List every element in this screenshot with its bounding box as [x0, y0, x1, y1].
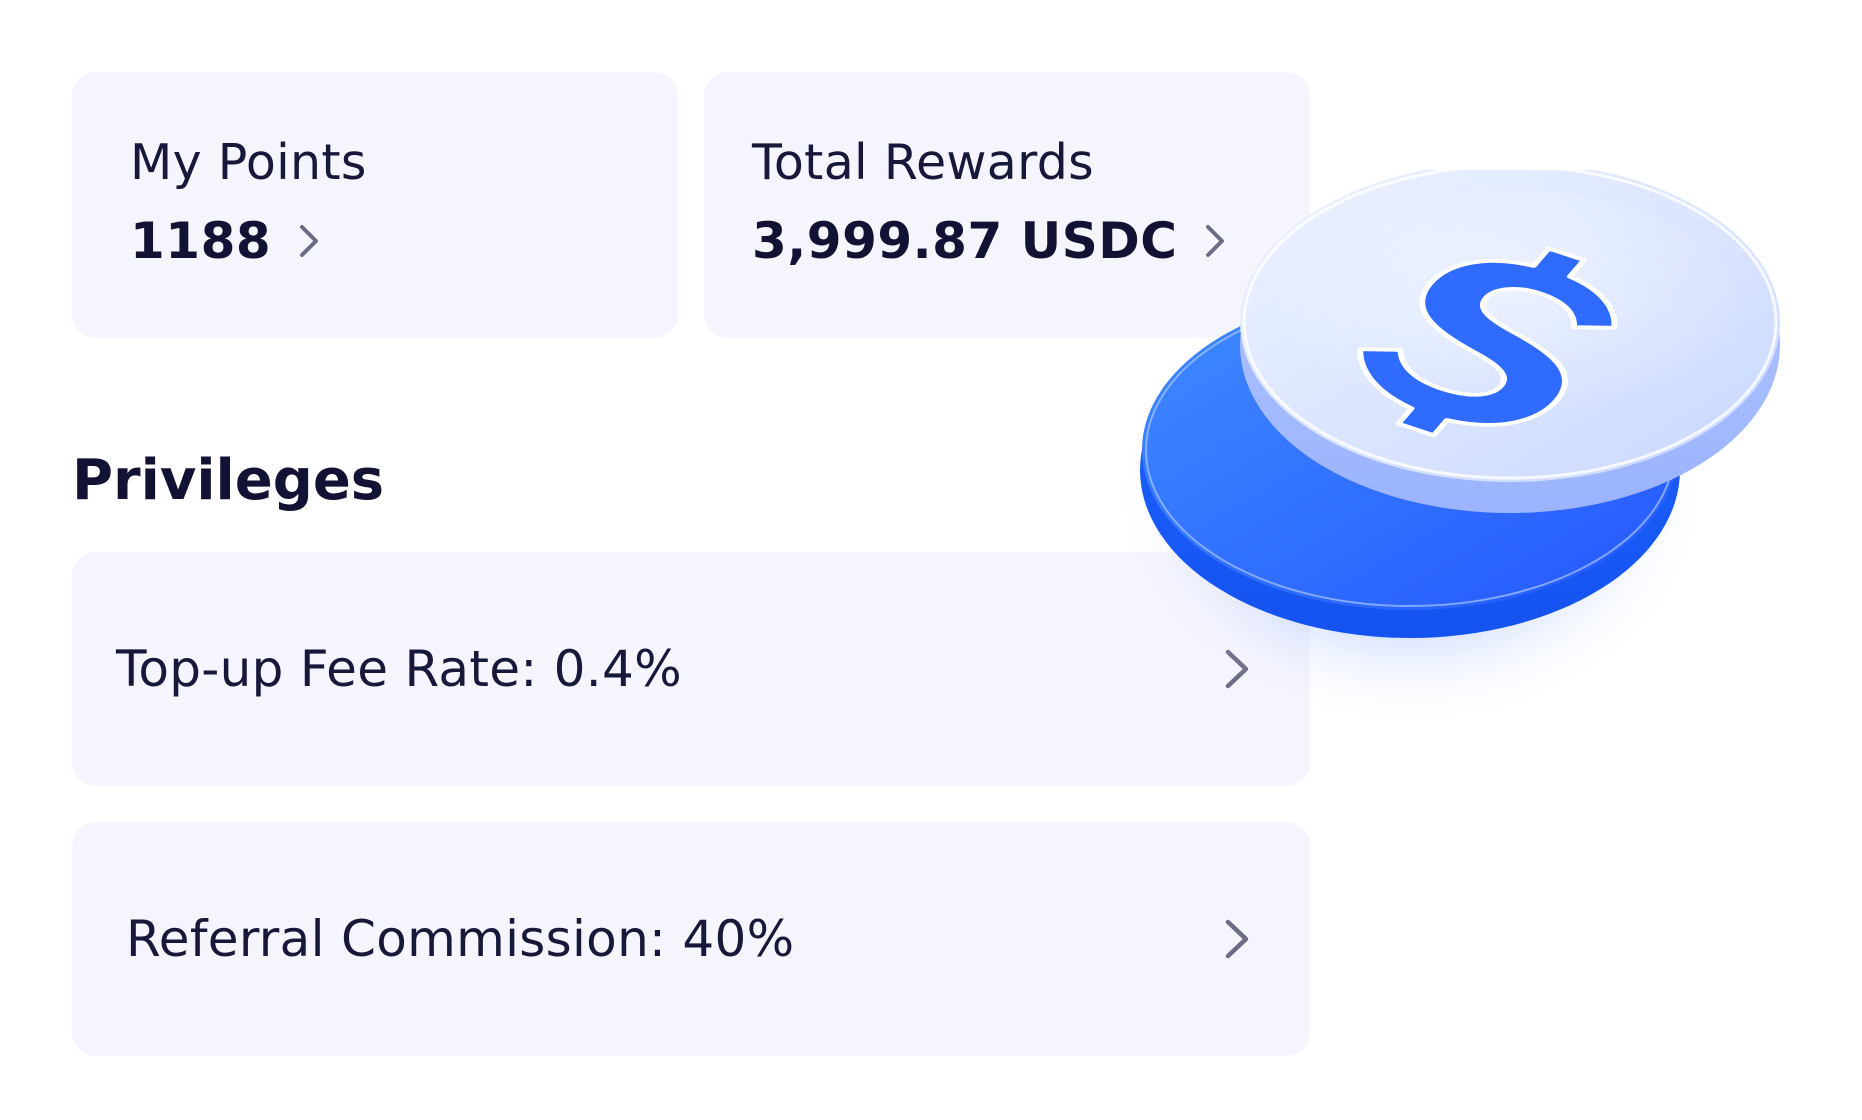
privilege-label: Top-up Fee Rate: 0.4%: [116, 640, 682, 698]
my-points-title: My Points: [130, 134, 367, 191]
chevron-right-icon: [295, 221, 323, 261]
total-rewards-title: Total Rewards: [752, 134, 1094, 191]
my-points-value: 1188: [130, 212, 272, 270]
my-points-card[interactable]: My Points 1188: [72, 72, 678, 338]
chevron-right-icon: [1220, 914, 1254, 964]
privilege-item-referral-commission[interactable]: Referral Commission: 40%: [72, 822, 1310, 1056]
privileges-section-title: Privileges: [72, 448, 385, 513]
dollar-coin-icon: [1080, 162, 1800, 770]
my-points-link[interactable]: 1188: [130, 212, 323, 270]
privilege-label: Referral Commission: 40%: [126, 910, 795, 968]
